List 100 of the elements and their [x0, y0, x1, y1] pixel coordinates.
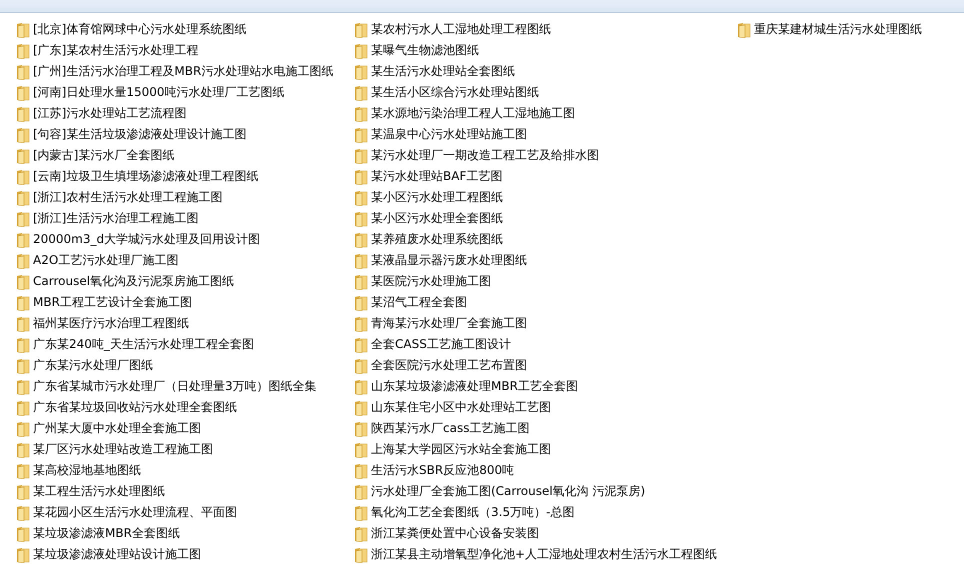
folder-item[interactable]: 全套CASS工艺施工图设计	[354, 334, 511, 355]
folder-item[interactable]: 广东省某垃圾回收站污水处理全套图纸	[16, 397, 237, 418]
folder-item[interactable]: [内蒙古]某污水厂全套图纸	[16, 145, 174, 166]
folder-item[interactable]: 某温泉中心污水处理站施工图	[354, 124, 527, 145]
folder-icon	[354, 106, 368, 122]
folder-icon	[16, 526, 30, 542]
folder-icon	[16, 442, 30, 458]
folder-icon	[16, 274, 30, 290]
folder-item[interactable]: 广东某污水处理厂图纸	[16, 355, 153, 376]
folder-icon	[16, 210, 30, 226]
folder-icon	[354, 484, 368, 500]
folder-icon	[354, 252, 368, 268]
folder-item[interactable]: 某生活小区综合污水处理站图纸	[354, 82, 539, 103]
folder-item[interactable]: 浙江某粪便处置中心设备安装图	[354, 523, 539, 544]
folder-icon	[354, 274, 368, 290]
folder-icon	[16, 484, 30, 500]
folder-icon	[354, 64, 368, 80]
folder-item[interactable]: 上海某大学园区污水站全套施工图	[354, 439, 551, 460]
folder-icon	[354, 22, 368, 38]
folder-item[interactable]: 某小区污水处理全套图纸	[354, 208, 503, 229]
folder-item[interactable]: 某农村污水人工湿地处理工程图纸	[354, 19, 551, 40]
folder-item[interactable]: [浙江]生活污水治理工程施工图	[16, 208, 198, 229]
folder-icon	[16, 294, 30, 310]
folder-icon	[16, 378, 30, 394]
folder-item[interactable]: 某医院污水处理施工图	[354, 271, 491, 292]
folder-item[interactable]: 某高校湿地基地图纸	[16, 460, 141, 481]
folder-item[interactable]: 某垃圾渗滤液MBR全套图纸	[16, 523, 180, 544]
folder-item[interactable]: 某液晶显示器污废水处理图纸	[354, 250, 527, 271]
folder-icon	[16, 420, 30, 436]
folder-item[interactable]: Carrousel氧化沟及污泥泵房施工图纸	[16, 271, 234, 292]
folder-item[interactable]: 山东某住宅小区中水处理站工艺图	[354, 397, 551, 418]
folder-item[interactable]: 生活污水SBR反应池800吨	[354, 460, 514, 481]
folder-item[interactable]: 某工程生活污水处理图纸	[16, 481, 165, 502]
folder-icon	[354, 126, 368, 142]
folder-item[interactable]: 青海某污水处理厂全套施工图	[354, 313, 527, 334]
folder-item[interactable]: 山东某垃圾渗滤液处理MBR工艺全套图	[354, 376, 578, 397]
folder-icon	[16, 316, 30, 332]
folder-item[interactable]: 某污水处理厂一期改造工程工艺及给排水图	[354, 145, 599, 166]
folder-icon	[737, 22, 751, 38]
folder-icon	[16, 64, 30, 80]
folder-item[interactable]: 广东某240吨_天生活污水处理工程全套图	[16, 334, 254, 355]
folder-icon	[16, 190, 30, 206]
folder-icon	[16, 336, 30, 352]
folder-icon	[354, 526, 368, 542]
folder-item[interactable]: MBR工程工艺设计全套施工图	[16, 292, 192, 313]
folder-icon	[16, 126, 30, 142]
folder-item[interactable]: 某花园小区生活污水处理流程、平面图	[16, 502, 237, 523]
folder-item[interactable]: [浙江]农村生活污水处理工程施工图	[16, 187, 222, 208]
folder-icon	[16, 42, 30, 58]
folder-icon	[354, 442, 368, 458]
folder-icon	[354, 42, 368, 58]
folder-icon	[354, 336, 368, 352]
folder-icon	[354, 358, 368, 374]
folder-item[interactable]: 某生活污水处理站全套图纸	[354, 61, 515, 82]
folder-item[interactable]: 陕西某污水厂cass工艺施工图	[354, 418, 530, 439]
folder-icon	[16, 462, 30, 478]
folder-item[interactable]: 浙江某县主动增氧型净化池+人工湿地处理农村生活污水工程图纸	[354, 544, 718, 565]
folder-item[interactable]: 某污水处理站BAF工艺图	[354, 166, 502, 187]
folder-item[interactable]: 污水处理厂全套施工图(Carrousel氧化沟 污泥泵房)	[354, 481, 646, 502]
folder-icon	[354, 190, 368, 206]
folder-icon	[354, 84, 368, 100]
folder-icon	[354, 420, 368, 436]
folder-icon	[16, 358, 30, 374]
folder-item[interactable]: 广东省某城市污水处理厂（日处理量3万吨）图纸全集	[16, 376, 317, 397]
folder-icon	[354, 148, 368, 164]
folder-item[interactable]: A2O工艺污水处理厂施工图	[16, 250, 178, 271]
folder-icon	[16, 148, 30, 164]
folder-icon	[354, 504, 368, 520]
folder-icon	[354, 168, 368, 184]
folder-icon	[16, 168, 30, 184]
folder-item[interactable]: 福州某医疗污水治理工程图纸	[16, 313, 189, 334]
folder-icon	[354, 378, 368, 394]
folder-item[interactable]: 某养殖废水处理系统图纸	[354, 229, 503, 250]
folder-item[interactable]: [江苏]污水处理站工艺流程图	[16, 103, 186, 124]
folder-item[interactable]: 某水源地污染治理工程人工湿地施工图	[354, 103, 575, 124]
folder-icon	[354, 210, 368, 226]
folder-icon	[354, 316, 368, 332]
folder-item[interactable]: 某厂区污水处理站改造工程施工图	[16, 439, 213, 460]
folder-item[interactable]: [云南]垃圾卫生填埋场渗滤液处理工程图纸	[16, 166, 258, 187]
folder-item[interactable]: 广州某大厦中水处理全套施工图	[16, 418, 201, 439]
folder-item[interactable]: 20000m3_d大学城污水处理及回用设计图	[16, 229, 260, 250]
folder-item[interactable]: 氧化沟工艺全套图纸（3.5万吨）-总图	[354, 502, 574, 523]
folder-item[interactable]: [北京]体育馆网球中心污水处理系统图纸	[16, 19, 246, 40]
folder-icon	[354, 232, 368, 248]
folder-icon	[16, 106, 30, 122]
folder-item[interactable]: 某曝气生物滤池图纸	[354, 40, 479, 61]
folder-item[interactable]: [广东]某农村生活污水处理工程	[16, 40, 198, 61]
folder-icon	[354, 400, 368, 416]
folder-icon	[354, 462, 368, 478]
folder-item[interactable]: 某垃圾渗滤液处理站设计施工图	[16, 544, 201, 565]
folder-icon	[16, 504, 30, 520]
folder-item[interactable]: [河南]日处理水量15000吨污水处理厂工艺图纸	[16, 82, 285, 103]
folder-item[interactable]: 某沼气工程全套图	[354, 292, 467, 313]
folder-item[interactable]: 某小区污水处理工程图纸	[354, 187, 503, 208]
folder-item[interactable]: 全套医院污水处理工艺布置图	[354, 355, 527, 376]
folder-icon	[16, 84, 30, 100]
folder-icon	[16, 400, 30, 416]
folder-item[interactable]: [广州]生活污水治理工程及MBR污水处理站水电施工图纸	[16, 61, 334, 82]
folder-item[interactable]: 重庆某建材城生活污水处理图纸	[737, 19, 922, 40]
folder-item[interactable]: [句容]某生活垃圾渗滤液处理设计施工图	[16, 124, 246, 145]
